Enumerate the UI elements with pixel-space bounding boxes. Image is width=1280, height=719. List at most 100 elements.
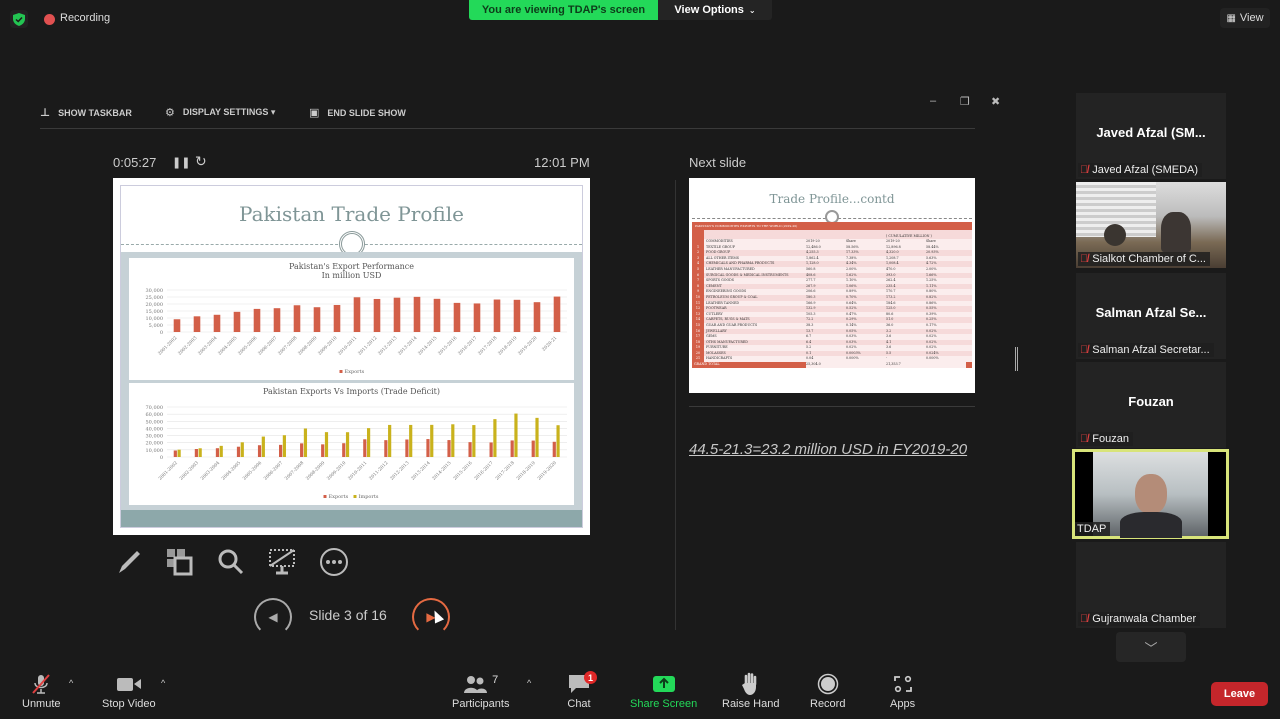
pause-timer-icon[interactable]: ❚❚ xyxy=(172,156,190,169)
share-screen-button[interactable]: Share Screen xyxy=(630,670,697,710)
grid-icon: ▦ xyxy=(1226,12,1236,24)
participant-tile[interactable]: 🎙̸ Sialkot Chamber of C... xyxy=(1076,182,1226,268)
x-tick-label: 2016-2017 xyxy=(457,335,479,357)
bar-exports xyxy=(236,446,241,457)
mic-muted-icon: 🎙̸ xyxy=(1080,164,1089,176)
participant-label: TDAP xyxy=(1075,522,1111,536)
bar-imports xyxy=(198,448,202,457)
active-speaker-tile[interactable]: TDAP xyxy=(1072,449,1229,539)
bar-exports xyxy=(447,440,451,457)
x-tick-label: 2012-2013 xyxy=(377,335,399,357)
pane-divider[interactable] xyxy=(675,180,676,630)
view-options-button[interactable]: View Options ⌄ xyxy=(658,0,772,20)
trade-deficit-chart-svg: Pakistan Exports Vs Imports (Trade Defic… xyxy=(146,387,567,500)
bar-exports xyxy=(363,439,367,457)
y-tick-label: 20,000 xyxy=(146,441,164,447)
participant-tile[interactable]: 🎙̸ Gujranwala Chamber xyxy=(1076,542,1226,628)
minimize-button[interactable]: – xyxy=(930,95,936,107)
restart-timer-icon[interactable]: ↻ xyxy=(195,153,207,170)
participants-button[interactable]: 7 Participants xyxy=(452,670,509,710)
mic-muted-icon: 🎙̸ xyxy=(1080,253,1089,265)
black-screen-icon[interactable] xyxy=(265,545,299,579)
total-value xyxy=(926,362,966,368)
legend-label: Exports xyxy=(329,494,349,500)
restore-button[interactable]: ❐ xyxy=(960,95,970,108)
notes-resize-handle[interactable] xyxy=(1015,347,1018,371)
mic-muted-icon xyxy=(30,670,52,698)
bar-exports xyxy=(489,442,493,457)
bar-imports xyxy=(514,413,518,457)
previous-slide-button[interactable]: ◀ xyxy=(254,598,292,636)
see-all-slides-icon[interactable] xyxy=(162,545,196,579)
close-button[interactable]: ✖ xyxy=(991,95,1000,108)
pen-icon[interactable] xyxy=(112,545,146,579)
more-options-icon[interactable] xyxy=(317,545,351,579)
view-button[interactable]: ▦ View xyxy=(1220,8,1270,28)
end-slide-show-button[interactable]: ▣ END SLIDE SHOW xyxy=(309,106,406,119)
next-slide-preview[interactable]: Trade Profile...contd PAKISTAN'S COMMODI… xyxy=(689,178,975,393)
chart-title: Pakistan's Export Performance xyxy=(289,262,414,271)
bar-exports xyxy=(384,440,388,457)
bar-exports xyxy=(300,443,304,457)
end-show-icon: ▣ xyxy=(309,107,320,119)
end-slide-show-label: END SLIDE SHOW xyxy=(327,107,406,118)
video-options-caret[interactable]: ^ xyxy=(161,678,165,688)
x-tick-label: 2007-2008 xyxy=(284,460,306,482)
leave-button[interactable]: Leave xyxy=(1211,682,1268,706)
show-taskbar-button[interactable]: ⊥ SHOW TASKBAR xyxy=(40,106,132,119)
speaker-notes[interactable]: 44.5-21.3=23.2 million USD in FY2019-20 xyxy=(689,440,979,459)
bar-imports xyxy=(472,425,476,457)
record-button[interactable]: Record xyxy=(810,670,845,710)
bar-exports xyxy=(426,439,430,457)
bar-exports xyxy=(321,444,325,457)
x-tick-label: 2006-2007 xyxy=(257,335,279,357)
table-subheader: ( CUMULATIVE MILLION ) xyxy=(886,234,932,238)
stop-video-button[interactable]: Stop Video xyxy=(102,670,156,710)
unmute-button[interactable]: Unmute xyxy=(22,670,61,710)
bar-exports xyxy=(552,441,556,457)
participant-label-text: Sialkot Chamber of C... xyxy=(1092,253,1206,265)
bar-imports xyxy=(324,432,329,457)
x-tick-label: 2011-2012 xyxy=(368,460,390,482)
x-tick-label: 2020-21 xyxy=(541,335,559,353)
x-tick-label: 2013-2014 xyxy=(397,335,419,357)
participant-label: 🎙̸ Salman Afzal Secretar... xyxy=(1078,343,1214,357)
zoom-slide-icon[interactable] xyxy=(214,545,248,579)
x-tick-label: 2010-2011 xyxy=(347,460,369,482)
raise-hand-button[interactable]: Raise Hand xyxy=(722,670,779,710)
legend-swatch xyxy=(339,370,343,373)
bar-exports xyxy=(433,298,441,332)
x-tick-label: 2002-2003 xyxy=(177,335,199,357)
participant-tile[interactable]: Salman Afzal Se... 🎙̸ Salman Afzal Secre… xyxy=(1076,273,1226,359)
chevron-down-icon: ﹀ xyxy=(1144,640,1158,656)
x-tick-label: 2019-2020 xyxy=(517,335,539,357)
y-tick-label: 30,000 xyxy=(146,434,164,440)
apps-label: Apps xyxy=(890,698,916,710)
next-slide-title: Trade Profile...contd xyxy=(769,192,895,206)
bar-exports xyxy=(173,319,181,332)
show-taskbar-label: SHOW TASKBAR xyxy=(58,107,132,118)
record-icon xyxy=(817,670,839,698)
bar-exports xyxy=(510,440,514,457)
display-settings-button[interactable]: ⚙ DISPLAY SETTINGS ▾ xyxy=(165,106,275,119)
total-value: 21,353.7 xyxy=(886,362,926,368)
participant-tile[interactable]: Fouzan 🎙̸ Fouzan xyxy=(1076,362,1226,448)
participant-tile[interactable]: Javed Afzal (SM... 🎙̸ Javed Afzal (SMEDA… xyxy=(1076,93,1226,179)
apps-icon xyxy=(893,670,913,698)
bar-exports xyxy=(393,297,401,332)
x-tick-label: 2007-2008 xyxy=(277,335,299,357)
mic-muted-icon: 🎙̸ xyxy=(1080,433,1089,445)
audio-options-caret[interactable]: ^ xyxy=(69,678,73,688)
y-tick-label: 25,000 xyxy=(146,295,164,301)
gallery-scroll-down-button[interactable]: ﹀ xyxy=(1116,632,1186,662)
apps-button[interactable]: Apps xyxy=(890,670,915,710)
view-label: View xyxy=(1239,12,1264,24)
table-subheader-row: ( CUMULATIVE MILLION ) xyxy=(692,230,972,239)
bar-exports xyxy=(553,296,561,332)
security-shield-icon[interactable] xyxy=(10,10,28,28)
chart-title: Pakistan Exports Vs Imports (Trade Defic… xyxy=(263,387,440,396)
x-tick-label: 2002-2003 xyxy=(178,460,200,482)
x-tick-label: 2006-2007 xyxy=(263,460,285,482)
y-tick-label: 50,000 xyxy=(146,419,164,425)
participants-options-caret[interactable]: ^ xyxy=(527,678,531,688)
